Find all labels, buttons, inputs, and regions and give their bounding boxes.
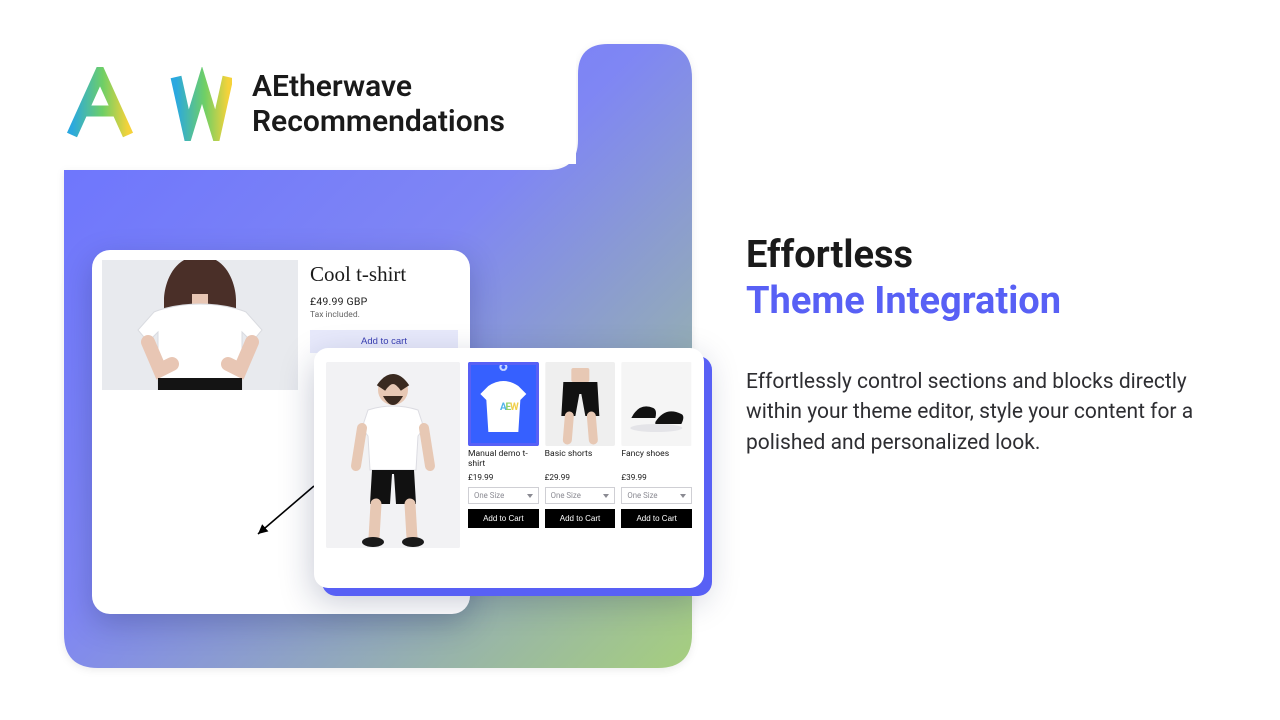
rec-item: A E W Manual demo t-shirt £19.99 One Siz… — [468, 362, 539, 576]
rec-name: Manual demo t-shirt — [468, 450, 539, 470]
brand-line2: Recommendations — [252, 104, 505, 139]
rec-size-select[interactable]: One Size — [545, 487, 616, 504]
rec-size-label: One Size — [474, 491, 504, 500]
chevron-down-icon — [680, 494, 686, 498]
chevron-down-icon — [527, 494, 533, 498]
body-text: Effortlessly control sections and blocks… — [746, 367, 1216, 458]
rec-name: Fancy shoes — [621, 450, 692, 470]
brand-header: AEtherwave Recommendations — [64, 44, 576, 164]
product-tax-note: Tax included. — [310, 310, 458, 320]
brand-title: AEtherwave Recommendations — [252, 69, 505, 140]
brand-logo — [66, 67, 232, 141]
rec-size-label: One Size — [551, 491, 581, 500]
arrow-annotation — [250, 480, 320, 550]
headline: Effortless Theme Integration — [746, 232, 1226, 325]
rec-thumb-tshirt[interactable]: A E W — [468, 362, 539, 446]
rec-grid: A E W Manual demo t-shirt £19.99 One Siz… — [468, 362, 692, 576]
rec-add-button[interactable]: Add to Cart — [621, 509, 692, 528]
rec-thumb-shorts[interactable] — [545, 362, 616, 446]
rec-price: £29.99 — [545, 473, 616, 483]
recommendations-card: A E W Manual demo t-shirt £19.99 One Siz… — [314, 348, 704, 588]
rec-hero-image — [326, 362, 460, 548]
rec-hero — [326, 362, 460, 576]
brand-line1: AEtherwave — [252, 69, 412, 104]
svg-text:W: W — [510, 402, 519, 413]
rec-size-select[interactable]: One Size — [468, 487, 539, 504]
rec-item: Fancy shoes £39.99 One Size Add to Cart — [621, 362, 692, 576]
rec-thumb-shoes[interactable] — [621, 362, 692, 446]
marketing-copy: Effortless Theme Integration Effortlessl… — [746, 232, 1226, 479]
chevron-down-icon — [603, 494, 609, 498]
rec-name: Basic shorts — [545, 450, 616, 470]
rec-price: £19.99 — [468, 473, 539, 483]
rec-item: Basic shorts £29.99 One Size Add to Cart — [545, 362, 616, 576]
rec-add-button[interactable]: Add to Cart — [468, 509, 539, 528]
headline-b: Theme Integration — [746, 279, 1061, 323]
product-image — [102, 260, 298, 390]
rec-size-select[interactable]: One Size — [621, 487, 692, 504]
rec-add-button[interactable]: Add to Cart — [545, 509, 616, 528]
headline-a: Effortless — [746, 233, 913, 277]
product-title: Cool t-shirt — [310, 262, 458, 287]
rec-price: £39.99 — [621, 473, 692, 483]
rec-size-label: One Size — [627, 491, 657, 500]
product-price: £49.99 GBP — [310, 295, 458, 308]
